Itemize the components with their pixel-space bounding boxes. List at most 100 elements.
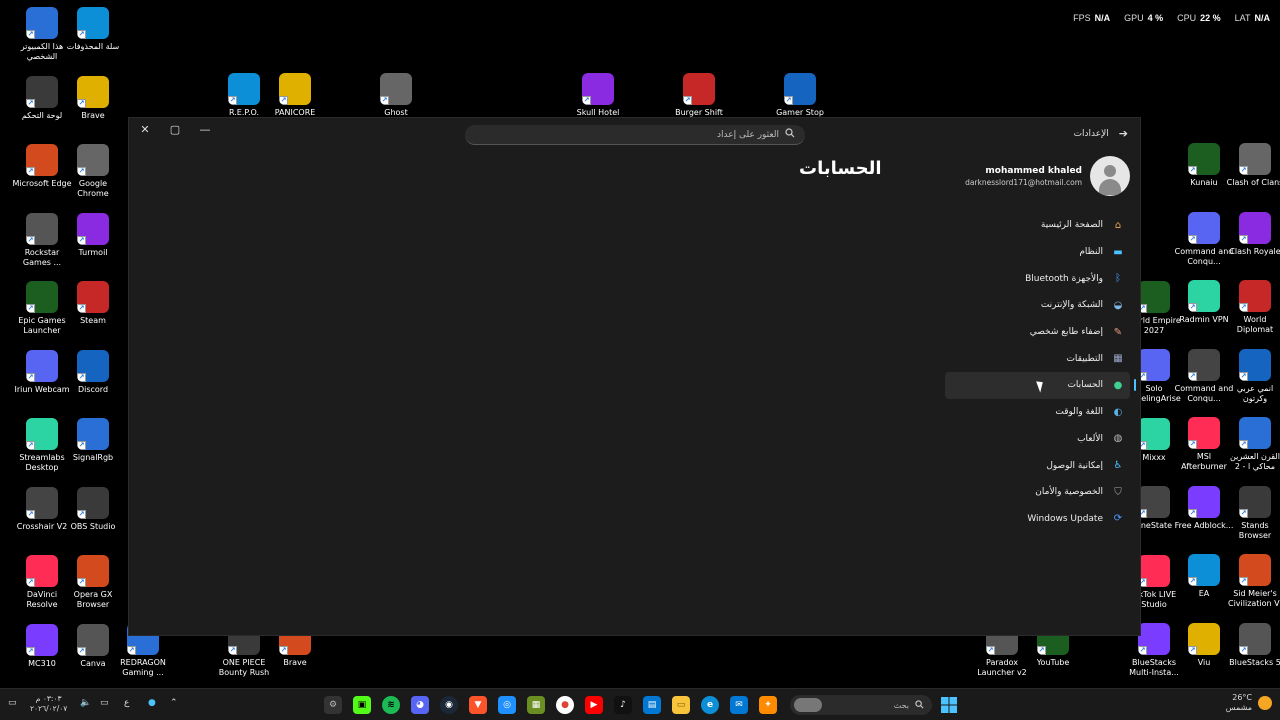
nav-item-label: Windows Update: [1027, 513, 1103, 524]
desktop-shortcut[interactable]: ↗ World Diplomat: [1225, 280, 1280, 335]
desktop-shortcut[interactable]: ↗ PANICORE: [265, 73, 325, 118]
tiktok-taskbar-icon[interactable]: ♪: [614, 696, 632, 714]
desktop-shortcut[interactable]: ↗ Skull Hotel: [568, 73, 628, 118]
app-taskbar-icon[interactable]: ◎: [498, 696, 516, 714]
volume-icon[interactable]: 🔈: [80, 698, 91, 708]
desktop-shortcut[interactable]: ↗ انمي عربي وكرتون: [1225, 348, 1280, 404]
spotify-taskbar-icon[interactable]: ≋: [382, 696, 400, 714]
desktop-shortcut-label: BlueStacks 5: [1229, 657, 1280, 667]
chrome-icon: ↗: [77, 144, 109, 176]
shortcut-arrow-icon: ↗: [986, 646, 995, 655]
minecraft-taskbar-icon[interactable]: ▦: [527, 696, 545, 714]
nav-item-accessibility[interactable]: إمكانية الوصول ♿: [945, 452, 1130, 479]
taskbar: ▭ ٠٣:٠٣ م ٢٠٢٦/٠٢/٠٧ 🔈 ▭ ع ● ⌃ ⚙ ▣ ≋ ◕ ◉…: [0, 688, 1280, 720]
wifi-icon: ◒: [1113, 299, 1123, 311]
burger-shift-icon: ↗: [683, 73, 715, 105]
shortcut-arrow-icon: ↗: [1188, 645, 1197, 655]
settings-window: ✕ ▢ — العثور على إعداد الإعدادات ➔ moham…: [128, 117, 1141, 636]
youtube-taskbar-icon[interactable]: ▶: [585, 696, 603, 714]
network-icon[interactable]: ▭: [100, 698, 109, 708]
shortcut-arrow-icon: ↗: [26, 646, 35, 656]
start-button[interactable]: [940, 696, 958, 714]
nav-item-system[interactable]: النظام ▬: [945, 239, 1130, 266]
desktop-shortcut[interactable]: ↗ Brave: [63, 75, 123, 121]
nav-item-bluetooth[interactable]: Bluetooth والأجهزة ᛒ: [945, 265, 1130, 292]
desktop-shortcut[interactable]: ↗ SignalRgb: [63, 418, 123, 463]
minimize-button[interactable]: —: [190, 118, 220, 140]
copilot-taskbar-icon[interactable]: ✦: [759, 696, 777, 714]
notification-icon[interactable]: ▭: [8, 698, 17, 708]
shortcut-arrow-icon: ↗: [1188, 371, 1197, 381]
microphone-icon[interactable]: ●: [148, 698, 156, 708]
desktop-shortcut[interactable]: ↗ BlueStacks 5: [1225, 622, 1280, 668]
taskbar-search-input[interactable]: بحث: [790, 695, 932, 715]
desktop-shortcut[interactable]: ↗ سلة المحذوفات: [63, 7, 123, 52]
desktop-shortcut[interactable]: ↗ Ghost: [366, 73, 426, 118]
nav-item-apps[interactable]: التطبيقات ▦: [945, 345, 1130, 372]
desktop-shortcut-label: REDRAGON Gaming ...: [120, 658, 166, 677]
back-arrow-icon[interactable]: ➔: [1119, 127, 1128, 140]
shortcut-arrow-icon: ↗: [784, 96, 793, 105]
user-profile[interactable]: mohammed khaled darknesslord171@hotmail.…: [965, 156, 1130, 196]
nav-item-brush[interactable]: إضفاء طابع شخصي ✎: [945, 319, 1130, 346]
webcam-icon: ↗: [26, 349, 58, 382]
epic-icon: ↗: [26, 281, 58, 313]
discord-taskbar-icon[interactable]: ◕: [411, 696, 429, 714]
desktop-shortcut[interactable]: ↗ Google Chrome: [63, 144, 123, 199]
ghost-icon: ↗: [380, 73, 412, 105]
clock[interactable]: ٠٣:٠٣ م ٢٠٢٦/٠٢/٠٧: [30, 694, 67, 714]
nav-item-home[interactable]: الصفحة الرئيسية ⌂: [945, 212, 1130, 239]
desktop-shortcut[interactable]: ↗ Steam: [63, 281, 123, 326]
steam-taskbar-icon[interactable]: ◉: [440, 696, 458, 714]
desktop-shortcut[interactable]: ↗ Turmoil: [63, 212, 123, 258]
close-button[interactable]: ✕: [130, 118, 160, 140]
maximize-button[interactable]: ▢: [160, 118, 190, 140]
desktop-shortcut[interactable]: ↗ Gamer Stop: [770, 73, 830, 118]
desktop-shortcut[interactable]: ↗ Discord: [63, 349, 123, 395]
search-placeholder: العثور على إعداد: [717, 129, 779, 140]
bluestacks-icon: ↗: [1239, 622, 1271, 655]
brave-taskbar-icon[interactable]: ▼: [469, 696, 487, 714]
desktop-shortcut[interactable]: ↗ Burger Shift: [669, 73, 729, 118]
settings-search-input[interactable]: العثور على إعداد: [465, 125, 805, 145]
desktop-shortcut-label: Brave: [283, 658, 307, 667]
user-email: darknesslord171@hotmail.com: [965, 177, 1082, 187]
shortcut-arrow-icon: ↗: [1188, 303, 1197, 312]
desktop-shortcut[interactable]: ↗ Stands Browser: [1225, 485, 1280, 541]
ea-icon: ↗: [1188, 554, 1220, 586]
accounts-icon: ●: [1113, 379, 1123, 391]
desktop-shortcut[interactable]: ↗ القرن العشرين محاكي ا - 2: [1225, 417, 1280, 472]
desktop-shortcut[interactable]: ↗ Sid Meier's Civilization VI: [1225, 554, 1280, 609]
desktop-shortcut-label: BlueStacks Multi-Insta...: [1129, 658, 1179, 677]
chevron-up-icon[interactable]: ⌃: [170, 698, 178, 708]
desktop-shortcut[interactable]: ↗ Opera GX Browser: [63, 555, 123, 610]
canva-icon: ↗: [77, 623, 109, 656]
language-indicator[interactable]: ع: [124, 698, 129, 708]
monitor-icon: ↗: [26, 7, 58, 39]
nav-item-label: الحسابات: [1067, 380, 1103, 391]
turmoil-icon: ↗: [77, 212, 109, 245]
desktop-shortcut[interactable]: ↗ Clash of Clans: [1225, 143, 1280, 188]
crosshair-icon: ↗: [26, 486, 58, 519]
shortcut-arrow-icon: ↗: [582, 96, 591, 105]
file-explorer-taskbar-icon[interactable]: ▭: [672, 696, 690, 714]
recycle-bin-icon: ↗: [77, 7, 109, 39]
nav-item-wifi[interactable]: الشبكة والإنترنت ◒: [945, 292, 1130, 319]
desktop-shortcut[interactable]: ↗ Clash Royale: [1225, 211, 1280, 257]
skull-hotel-icon: ↗: [582, 73, 614, 105]
nav-item-update[interactable]: Windows Update ⟳: [945, 506, 1130, 533]
desktop-shortcut[interactable]: ↗ OBS Studio: [63, 486, 123, 532]
nav-item-shield[interactable]: الخصوصية والأمان ⛉: [945, 479, 1130, 506]
weather-widget[interactable]: 26°C مشمس: [1226, 693, 1272, 713]
nav-item-gamepad[interactable]: الألعاب ◍: [945, 426, 1130, 453]
mail-taskbar-icon[interactable]: ✉: [730, 696, 748, 714]
chrome-taskbar-icon[interactable]: ●: [556, 696, 574, 714]
store-taskbar-icon[interactable]: ▤: [643, 696, 661, 714]
nav-item-globe-clock[interactable]: اللغة والوقت ◐: [945, 399, 1130, 426]
edge-taskbar-icon[interactable]: e: [701, 696, 719, 714]
nav-item-label: إضفاء طابع شخصي: [1029, 327, 1103, 338]
settings-taskbar-icon[interactable]: ⚙: [324, 696, 342, 714]
streamlabs-taskbar-icon[interactable]: ▣: [353, 696, 371, 714]
windows-logo-icon: [941, 697, 957, 713]
desktop-shortcut-label: World Diplomat: [1236, 315, 1274, 334]
